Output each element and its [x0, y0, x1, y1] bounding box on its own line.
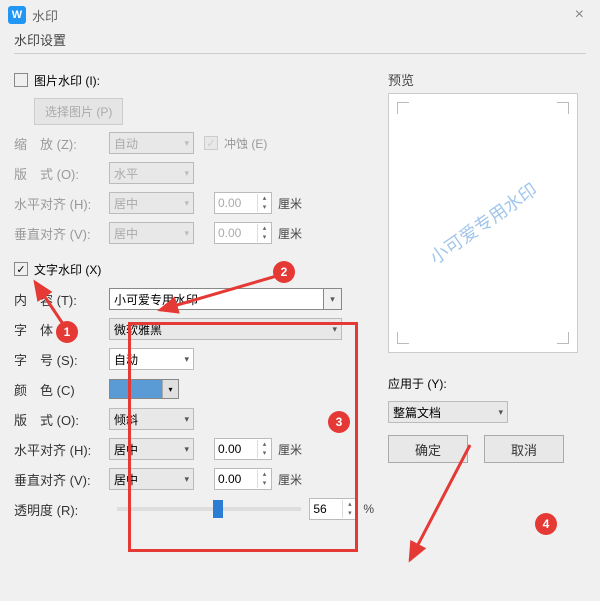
apply-combo[interactable]: 整篇文档▾: [388, 401, 508, 423]
size-combo[interactable]: 自动▾: [109, 348, 194, 370]
fieldset-label: 水印设置: [14, 30, 586, 49]
halign2-unit: 厘米: [278, 441, 302, 458]
layout1-combo: 水平▾: [109, 162, 194, 184]
valign2-unit: 厘米: [278, 471, 302, 488]
select-image-button: 选择图片 (P): [34, 98, 123, 125]
washout-label: 冲蚀 (E): [224, 135, 267, 152]
halign1-label: 水平对齐 (H):: [14, 194, 109, 213]
zoom-combo: 自动▾: [109, 132, 194, 154]
titlebar: W 水印 ×: [0, 0, 600, 30]
content-input[interactable]: [109, 288, 324, 310]
opacity-unit: %: [363, 502, 374, 516]
valign1-unit: 厘米: [278, 225, 302, 242]
size-label: 字 号 (S):: [14, 350, 109, 369]
halign1-spinner: 0.00 ▴▾: [214, 192, 272, 214]
preview-label: 预览: [388, 70, 586, 89]
app-icon: W: [8, 6, 26, 24]
content-dropdown-icon[interactable]: ▾: [324, 288, 342, 310]
washout-checkbox: ✓: [204, 136, 218, 150]
halign2-label: 水平对齐 (H):: [14, 440, 109, 459]
valign1-spinner: 0.00 ▴▾: [214, 222, 272, 244]
halign2-combo[interactable]: 居中▾: [109, 438, 194, 460]
apply-label: 应用于 (Y):: [388, 375, 447, 392]
image-watermark-label: 图片水印 (I):: [34, 72, 100, 89]
slider-thumb[interactable]: [213, 500, 223, 518]
valign2-combo[interactable]: 居中▾: [109, 468, 194, 490]
fieldset-divider: [14, 53, 586, 54]
preview-box: 小可爱专用水印: [388, 93, 578, 353]
text-watermark-checkbox[interactable]: ✓: [14, 262, 28, 276]
window-title: 水印: [32, 6, 58, 25]
opacity-spinner[interactable]: 56 ▴▾: [309, 498, 357, 520]
halign1-combo: 居中▾: [109, 192, 194, 214]
layout2-label: 版 式 (O):: [14, 410, 109, 429]
color-picker[interactable]: ▾: [109, 379, 179, 399]
cancel-button[interactable]: 取消: [484, 435, 564, 463]
ok-button[interactable]: 确定: [388, 435, 468, 463]
image-watermark-checkbox[interactable]: [14, 73, 28, 87]
halign2-spinner[interactable]: 0.00 ▴▾: [214, 438, 272, 460]
font-combo[interactable]: 微软雅黑▾: [109, 318, 342, 340]
preview-watermark: 小可爱专用水印: [424, 176, 542, 270]
valign1-label: 垂直对齐 (V):: [14, 224, 109, 243]
zoom-label: 缩 放 (Z):: [14, 134, 109, 153]
halign1-unit: 厘米: [278, 195, 302, 212]
valign1-combo: 居中▾: [109, 222, 194, 244]
content-label: 内 容 (T):: [14, 290, 109, 309]
close-icon[interactable]: ×: [567, 6, 592, 24]
opacity-slider[interactable]: [117, 507, 301, 511]
font-label: 字 体 (F):: [14, 320, 109, 339]
chevron-down-icon: ▾: [162, 380, 178, 398]
text-watermark-label: 文字水印 (X): [34, 261, 101, 278]
layout1-label: 版 式 (O):: [14, 164, 109, 183]
valign2-spinner[interactable]: 0.00 ▴▾: [214, 468, 272, 490]
layout2-combo[interactable]: 倾斜▾: [109, 408, 194, 430]
valign2-label: 垂直对齐 (V):: [14, 470, 109, 489]
color-label: 颜 色 (C): [14, 380, 109, 399]
opacity-label: 透明度 (R):: [14, 500, 109, 519]
